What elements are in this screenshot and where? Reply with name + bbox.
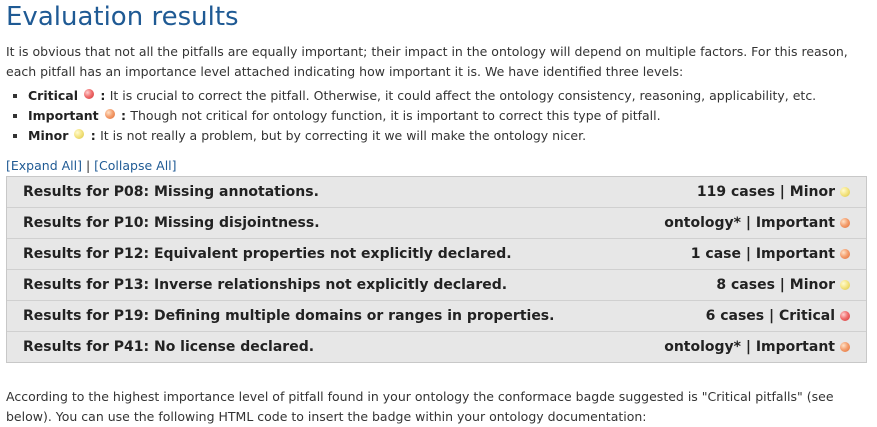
level-description: It is not really a problem, but by corre…: [100, 128, 587, 143]
result-title: Results for P10: Missing disjointness.: [23, 215, 320, 231]
result-count: 6 cases | Critical: [705, 308, 835, 324]
yellow-dot-icon: [840, 280, 850, 290]
controls-separator: |: [85, 158, 91, 173]
orange-dot-icon: [840, 218, 850, 228]
orange-dot-icon: [104, 109, 115, 119]
result-count: 8 cases | Minor: [716, 277, 835, 293]
result-summary: 119 cases | Minor: [697, 184, 850, 200]
badge-explanation: According to the highest importance leve…: [6, 389, 834, 424]
result-title: Results for P13: Inverse relationships n…: [23, 277, 508, 293]
level-item-critical: Critical : It is crucial to correct the …: [28, 86, 868, 106]
result-count: ontology* | Important: [664, 339, 835, 355]
level-name: Important: [28, 108, 99, 123]
result-row-p41[interactable]: Results for P41: No license declared. on…: [7, 331, 866, 362]
yellow-dot-icon: [74, 129, 85, 139]
result-count: ontology* | Important: [664, 215, 835, 231]
level-separator: :: [86, 128, 101, 143]
result-row-p08[interactable]: Results for P08: Missing annotations. 11…: [7, 177, 866, 207]
level-name: Critical: [28, 88, 79, 103]
yellow-dot-icon: [840, 187, 850, 197]
red-dot-icon: [840, 311, 850, 321]
level-description: It is crucial to correct the pitfall. Ot…: [109, 88, 817, 103]
result-title: Results for P41: No license declared.: [23, 339, 315, 355]
result-row-p19[interactable]: Results for P19: Defining multiple domai…: [7, 300, 866, 331]
level-description: Though not critical for ontology functio…: [130, 108, 661, 123]
result-row-p13[interactable]: Results for P13: Inverse relationships n…: [7, 269, 866, 300]
result-summary: ontology* | Important: [664, 339, 850, 355]
expand-collapse-controls: [Expand All] | [Collapse All]: [6, 158, 868, 174]
red-dot-icon: [84, 89, 94, 99]
collapse-all-link[interactable]: [Collapse All]: [94, 158, 176, 173]
page-title: Evaluation results: [6, 2, 239, 32]
expand-all-link[interactable]: [Expand All]: [6, 158, 82, 173]
result-title: Results for P08: Missing annotations.: [23, 184, 319, 200]
result-row-p10[interactable]: Results for P10: Missing disjointness. o…: [7, 207, 866, 238]
level-item-important: Important : Though not critical for onto…: [28, 106, 868, 126]
result-title: Results for P19: Defining multiple domai…: [23, 308, 555, 324]
orange-dot-icon: [840, 342, 850, 352]
importance-levels-list: Critical : It is crucial to correct the …: [6, 86, 868, 146]
level-item-minor: Minor : It is not really a problem, but …: [28, 126, 868, 146]
result-summary: 1 case | Important: [691, 246, 850, 262]
intro-paragraph: It is obvious that not all the pitfalls …: [6, 44, 848, 79]
level-separator: :: [116, 108, 131, 123]
orange-dot-icon: [840, 249, 850, 259]
result-summary: ontology* | Important: [664, 215, 850, 231]
page-content: Evaluation results It is obvious that no…: [0, 0, 868, 427]
results-accordion: Results for P08: Missing annotations. 11…: [6, 176, 867, 363]
result-row-p12[interactable]: Results for P12: Equivalent properties n…: [7, 238, 866, 269]
level-name: Minor: [28, 128, 69, 143]
result-count: 1 case | Important: [690, 246, 835, 262]
result-summary: 6 cases | Critical: [706, 308, 850, 324]
result-summary: 8 cases | Minor: [716, 277, 850, 293]
result-title: Results for P12: Equivalent properties n…: [23, 246, 512, 262]
level-separator: :: [96, 88, 110, 103]
result-count: 119 cases | Minor: [696, 184, 835, 200]
